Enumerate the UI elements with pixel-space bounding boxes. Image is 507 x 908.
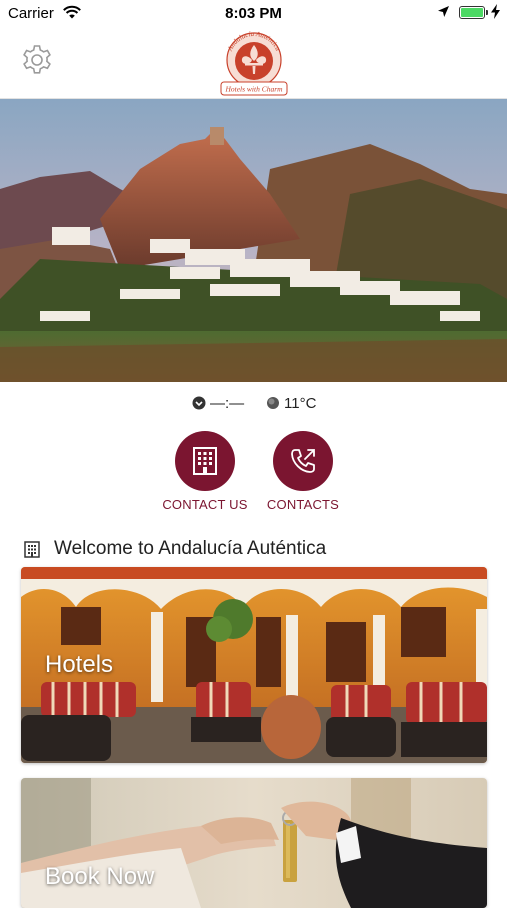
hotels-card[interactable]: Hotels [21,567,487,763]
contact-us-label: CONTACT US [162,497,248,512]
book-now-card-label: Book Now [45,863,155,890]
info-row: —:— 11°C [0,394,507,416]
contacts-label: CONTACTS [266,497,340,512]
building-icon [24,541,40,564]
charging-bolt-icon [491,4,500,23]
logo-text-bottom: Hotels with Charm [224,85,283,94]
contact-us-button[interactable]: CONTACT US [155,431,255,512]
contacts-button[interactable]: CONTACTS [253,431,353,512]
section-title: Welcome to Andalucía Auténtica [54,538,327,559]
app-header: Andalucía Auténtica Hotels with Charm [0,28,507,99]
weather-icon [266,396,280,414]
status-bar: Carrier 8:03 PM [0,0,507,28]
gear-icon[interactable] [20,43,54,77]
battery-tip [486,10,488,15]
brand-logo: Andalucía Auténtica Hotels with Charm [218,30,290,98]
status-time: 8:03 PM [225,5,282,22]
hotels-card-label: Hotels [45,651,114,678]
building-icon [175,431,235,491]
book-now-card[interactable]: Book Now [21,778,487,908]
phone-outgoing-icon [273,431,333,491]
battery-icon [459,6,485,19]
hero-landscape-image [0,99,507,382]
temperature-value: 11°C [284,395,317,412]
local-time-value: —:— [210,395,245,412]
clock-icon [192,396,206,414]
location-arrow-icon [437,5,450,22]
